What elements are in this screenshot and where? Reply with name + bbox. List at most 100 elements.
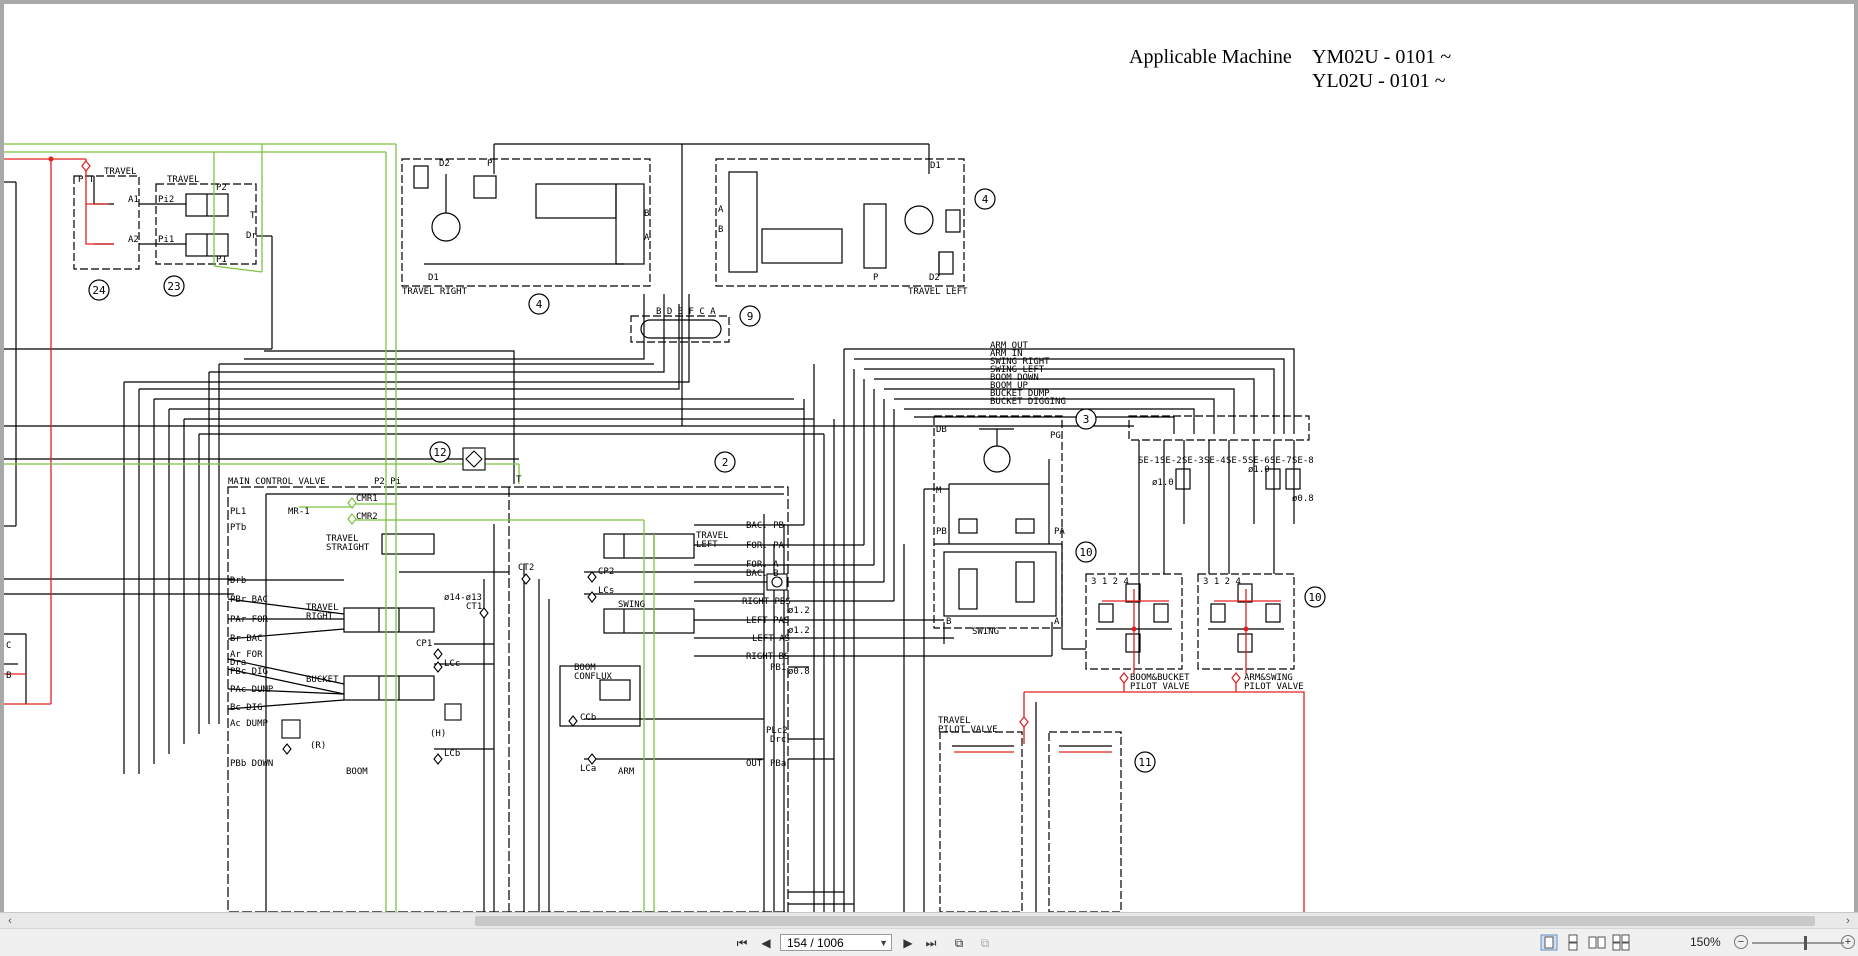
label-pt: P T (78, 175, 95, 185)
label-dia-1-2-b: ø1.2 (788, 626, 810, 636)
balloon-10a: 10 (1079, 546, 1092, 559)
previous-page-icon[interactable]: ◀ (758, 935, 774, 951)
label-swivel-ports: B D E F C A (656, 307, 716, 317)
label-b-right: B (718, 225, 723, 235)
label-cp1: CP1 (416, 639, 432, 649)
label-pa: PA (1054, 527, 1065, 537)
label-ptb: PTb (230, 523, 246, 533)
document-viewport[interactable]: Applicable Machine YM02U - 0101 ~ YL02U … (0, 0, 1858, 912)
zoom-slider[interactable] (1752, 936, 1844, 950)
label-se-7: SE-7 (1270, 456, 1292, 466)
label-cmr1: CMR1 (356, 494, 378, 504)
label-travel-24: TRAVEL (104, 167, 137, 177)
last-page-icon[interactable]: ⏭ (922, 935, 940, 951)
label-p1: P1 (216, 255, 227, 265)
label-swing-spool: SWING (618, 600, 645, 610)
label-pbr-bac: PBr BAC (230, 595, 268, 605)
label-for-pa: FOR. PA (746, 541, 785, 551)
facing-view-icon[interactable] (1588, 934, 1606, 951)
label-t-mcv: T (516, 475, 522, 485)
label-d2-left: D2 (439, 159, 450, 169)
balloon-23: 23 (167, 280, 180, 293)
label-lcc: LCc (444, 659, 460, 669)
label-se-2: SE-2 (1160, 456, 1182, 466)
label-pi2: Pi2 (158, 195, 174, 205)
zoom-level[interactable]: 150% (1690, 935, 1721, 949)
balloon-10b: 10 (1308, 591, 1321, 604)
scrollbar-thumb[interactable] (475, 916, 1815, 926)
label-c-mark: C (6, 641, 11, 651)
label-bac-pb: BAC. PB (746, 521, 784, 531)
label-right-pbs: RIGHT PBS (742, 597, 791, 607)
next-page-icon[interactable]: ▶ (900, 935, 916, 951)
label-d2-right: D2 (929, 273, 940, 283)
label-cp2: CP2 (598, 567, 614, 577)
label-ac-dump: Ac DUMP (230, 719, 269, 729)
balloon-12: 12 (433, 446, 446, 459)
label-lcb: LCb (444, 749, 460, 759)
continuous-facing-view-icon[interactable] (1612, 934, 1630, 951)
scroll-right-icon[interactable]: › (1840, 913, 1856, 929)
label-b-mark: B (6, 671, 11, 681)
label-pbc-dig: PBc DIG (230, 667, 268, 677)
label-pb1: PB1 (770, 663, 786, 673)
label-right-bs: RIGHT BS (746, 652, 789, 662)
label-sig-bucket-digging: BUCKET DIGGING (990, 397, 1066, 407)
chevron-down-icon[interactable]: ▼ (879, 935, 888, 952)
balloon-2: 2 (722, 456, 729, 469)
label-drc: Drc (770, 735, 786, 745)
label-left-pas: LEFT PAS (746, 616, 789, 626)
label-ccb: CCb (580, 713, 596, 723)
label-mr1: MR-1 (288, 507, 310, 517)
label-travel-left-spool-2: LEFT (696, 540, 718, 550)
label-pi1: Pi1 (158, 235, 174, 245)
continuous-view-icon[interactable] (1564, 934, 1582, 951)
label-dia-14-13: ø14-ø13 (444, 593, 482, 603)
scroll-left-icon[interactable]: ‹ (2, 913, 18, 929)
zoom-slider-handle[interactable] (1804, 936, 1807, 950)
label-pb: PB (936, 527, 947, 537)
label-dia-0-8: ø0.8 (788, 667, 810, 677)
balloon-11: 11 (1138, 756, 1151, 769)
label-a-sw: A (1054, 617, 1060, 627)
zoom-out-icon[interactable]: − (1734, 935, 1748, 949)
single-page-view-icon[interactable] (1540, 934, 1558, 951)
label-a2: A2 (128, 235, 139, 245)
label-pv-ports-b: 3 1 2 4 (1203, 577, 1241, 587)
label-t: T (250, 211, 256, 221)
label-b-left: B (644, 209, 649, 219)
horizontal-scrollbar[interactable]: ‹ › (0, 912, 1858, 929)
balloon-3: 3 (1083, 413, 1090, 426)
label-bac-b: BAC. B (746, 569, 779, 579)
label-pv-ports-a: 3 1 2 4 (1091, 577, 1129, 587)
label-arm: ARM (618, 767, 635, 777)
label-bucket: BUCKET (306, 675, 339, 685)
label-p2: P2 (216, 183, 227, 193)
label-pba: PBa (770, 759, 786, 769)
label-p-right: P (873, 273, 879, 283)
label-travel-right-spool-2: RIGHT (306, 612, 334, 622)
balloon-24: 24 (92, 284, 106, 297)
page-number-input[interactable]: 154 / 1006 ▼ (780, 934, 892, 951)
label-p2-pi: P2 Pi (374, 477, 401, 487)
label-travel-left: TRAVEL LEFT (908, 287, 968, 297)
label-boom-bucket-pv-2: PILOT VALVE (1130, 682, 1190, 692)
first-page-icon[interactable]: ⏮ (734, 935, 750, 951)
label-pbb-down: PBb DOWN (230, 759, 273, 769)
label-d1-right: D1 (930, 161, 941, 171)
zoom-in-icon[interactable]: + (1841, 935, 1855, 949)
paste-icon[interactable]: ⧉ (976, 935, 994, 951)
label-a1: A1 (128, 195, 139, 205)
copy-icon[interactable]: ⧉ (950, 935, 968, 951)
label-p-left: P (487, 159, 493, 169)
label-main-control-valve: MAIN CONTROL VALVE (228, 477, 326, 487)
label-drb: Drb (230, 576, 246, 586)
label-b-sw: B (946, 617, 951, 627)
label-pg: PG (1050, 431, 1061, 441)
label-travel-pv-2: PILOT VALVE (938, 725, 998, 735)
label-pac-dump: PAc DUMP (230, 685, 274, 695)
label-lca: LCa (580, 764, 596, 774)
label-dia-1-0-a: ø1.0 (1152, 478, 1174, 488)
label-ct2: CT2 (518, 563, 534, 573)
label-a-left: A (644, 233, 650, 243)
